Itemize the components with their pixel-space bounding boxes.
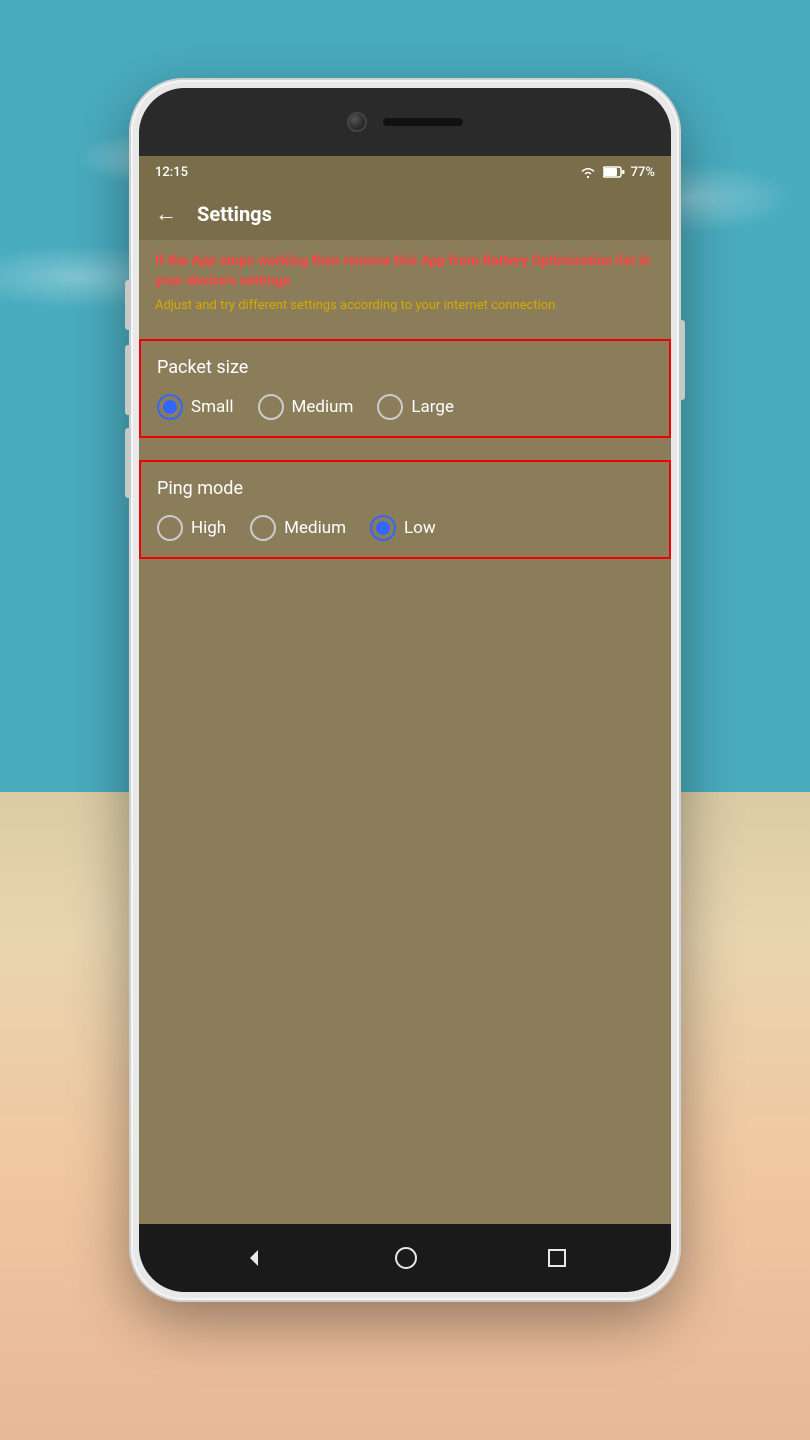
status-bar: 12:15 77% [139,156,671,188]
radio-small-circle[interactable] [157,394,183,420]
packet-size-radio-group: Small Medium Large [157,394,653,420]
nav-home-button[interactable] [395,1247,417,1269]
ping-mode-radio-group: High Medium Low [157,515,653,541]
radio-ping-medium-label: Medium [284,518,346,538]
warning-red-text: If the App stops working then remove thi… [155,252,655,291]
radio-ping-medium-circle[interactable] [250,515,276,541]
warning-section: If the App stops working then remove thi… [139,240,671,323]
ping-mode-section: Ping mode High Medium [139,460,671,559]
radio-low-circle[interactable] [370,515,396,541]
radio-medium-circle[interactable] [258,394,284,420]
radio-small-dot [163,400,177,414]
wifi-icon [579,165,597,179]
radio-high-circle[interactable] [157,515,183,541]
packet-size-section: Packet size Small Medium [139,339,671,438]
ping-mode-high[interactable]: High [157,515,226,541]
phone-top-bar [139,88,671,156]
radio-large-label: Large [411,397,454,417]
radio-small-label: Small [191,397,234,417]
radio-high-label: High [191,518,226,538]
status-time: 12:15 [155,165,188,180]
nav-back-button[interactable] [244,1248,264,1268]
volume-up-button [125,280,131,330]
power-button [679,320,685,400]
status-icons: 77% [579,165,655,180]
radio-low-label: Low [404,518,436,538]
packet-size-medium[interactable]: Medium [258,394,354,420]
phone-inner: 12:15 77% [139,88,671,1292]
radio-large-circle[interactable] [377,394,403,420]
radio-low-dot [376,521,390,535]
nav-recent-button[interactable] [548,1249,566,1267]
camera-button [125,428,131,498]
app-bar: ← Settings [139,188,671,240]
camera-lens [347,112,367,132]
speaker-slot [383,118,463,126]
gap-1 [139,323,671,339]
volume-down-button [125,345,131,415]
battery-icon [603,166,625,178]
warning-yellow-text: Adjust and try different settings accord… [155,297,655,315]
page-title: Settings [197,202,272,226]
battery-percent: 77% [631,165,655,180]
back-button[interactable]: ← [155,201,177,227]
screen-content: 12:15 77% [139,156,671,1224]
ping-mode-medium[interactable]: Medium [250,515,346,541]
gap-2 [139,444,671,460]
bottom-nav-bar [139,1224,671,1292]
ping-mode-low[interactable]: Low [370,515,436,541]
radio-medium-label: Medium [292,397,354,417]
ping-mode-title: Ping mode [157,478,653,499]
packet-size-large[interactable]: Large [377,394,454,420]
phone-screen: 12:15 77% [139,156,671,1224]
packet-size-small[interactable]: Small [157,394,234,420]
packet-size-title: Packet size [157,357,653,378]
empty-space [139,565,671,1224]
phone-frame: 12:15 77% [131,80,679,1300]
